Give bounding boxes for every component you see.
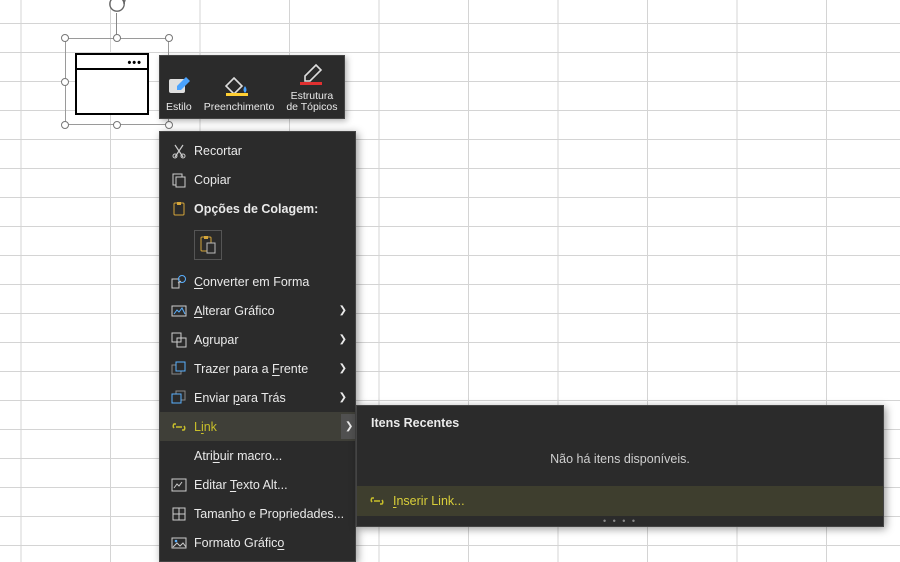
send-back-icon <box>168 390 190 406</box>
resize-handle[interactable] <box>113 34 121 42</box>
rotate-handle[interactable] <box>108 0 126 13</box>
menu-change-graphic[interactable]: Alterar Gráfico ❯ <box>160 296 355 325</box>
resize-handle[interactable] <box>165 121 173 129</box>
menu-convert-to-shape[interactable]: Converter em Forma <box>160 267 355 296</box>
size-props-icon <box>168 506 190 522</box>
menu-label: Link <box>190 420 341 434</box>
resize-handle[interactable] <box>61 34 69 42</box>
style-label: Estilo <box>166 102 192 114</box>
group-icon <box>168 332 190 348</box>
mini-toolbar: Estilo Preenchimento Estrutura de Tópico… <box>159 55 345 119</box>
menu-cut[interactable]: Recortar <box>160 136 355 165</box>
menu-label: Editar Texto Alt... <box>190 478 347 492</box>
clipboard-icon <box>168 201 190 217</box>
alt-text-icon <box>168 477 190 493</box>
paste-options-row <box>160 223 355 267</box>
change-graphic-icon <box>168 303 190 319</box>
menu-link[interactable]: Link ❯ <box>160 412 355 441</box>
style-icon <box>167 73 191 99</box>
submenu-label: Inserir Link... <box>393 494 465 508</box>
menu-label: Recortar <box>190 144 347 158</box>
chevron-right-icon: ❯ <box>333 334 347 345</box>
menu-send-back[interactable]: Enviar para Trás ❯ <box>160 383 355 412</box>
menu-label: Tamanho e Propriedades... <box>190 507 347 521</box>
menu-label: Alterar Gráfico <box>190 304 333 318</box>
menu-label: Agrupar <box>190 333 333 347</box>
chevron-right-icon: ❯ <box>333 305 347 316</box>
menu-paste-options-header: Opções de Colagem: <box>160 194 355 223</box>
link-icon <box>168 419 190 435</box>
outline-label: Estrutura de Tópicos <box>286 91 337 114</box>
outline-button[interactable]: Estrutura de Tópicos <box>280 56 343 118</box>
resize-handle[interactable] <box>61 121 69 129</box>
menu-label: Trazer para a Frente <box>190 362 333 376</box>
submenu-insert-link[interactable]: Inserir Link... <box>357 486 883 516</box>
chevron-right-icon: ❯ <box>333 392 347 403</box>
menu-label: Enviar para Trás <box>190 391 333 405</box>
cut-icon <box>168 143 190 159</box>
paste-option[interactable] <box>194 230 222 260</box>
bring-front-icon <box>168 361 190 377</box>
resize-handle[interactable] <box>165 34 173 42</box>
menu-label: Converter em Forma <box>190 275 347 289</box>
outline-icon <box>298 62 326 88</box>
fill-icon <box>225 73 253 99</box>
submenu-empty-text: Não há itens disponíveis. <box>357 436 883 486</box>
submenu-header: Itens Recentes <box>357 406 883 436</box>
selection-box[interactable] <box>65 38 169 125</box>
menu-assign-macro[interactable]: Atribuir macro... <box>160 441 355 470</box>
fill-button[interactable]: Preenchimento <box>198 56 281 118</box>
copy-icon <box>168 172 190 188</box>
menu-size-properties[interactable]: Tamanho e Propriedades... <box>160 499 355 528</box>
menu-copy[interactable]: Copiar <box>160 165 355 194</box>
link-icon <box>369 493 385 509</box>
submenu-resize-grip[interactable]: • • • • <box>357 516 883 526</box>
selection-border <box>65 38 169 125</box>
chevron-right-icon: ❯ <box>333 363 347 374</box>
convert-shape-icon <box>168 274 190 290</box>
menu-bring-front[interactable]: Trazer para a Frente ❯ <box>160 354 355 383</box>
menu-label: Formato Gráfico <box>190 536 347 550</box>
menu-label: Atribuir macro... <box>190 449 347 463</box>
chevron-right-icon: ❯ <box>341 414 355 439</box>
menu-format-graphic[interactable]: Formato Gráfico <box>160 528 355 557</box>
resize-handle[interactable] <box>113 121 121 129</box>
fill-label: Preenchimento <box>204 102 275 114</box>
menu-label: Copiar <box>190 173 347 187</box>
menu-label: Opções de Colagem: <box>190 202 347 216</box>
format-graphic-icon <box>168 535 190 551</box>
menu-edit-alt-text[interactable]: Editar Texto Alt... <box>160 470 355 499</box>
menu-group[interactable]: Agrupar ❯ <box>160 325 355 354</box>
link-submenu: Itens Recentes Não há itens disponíveis.… <box>356 405 884 527</box>
resize-handle[interactable] <box>61 78 69 86</box>
style-button[interactable]: Estilo <box>160 56 198 118</box>
context-menu: Recortar Copiar Opções de Colagem: Conve… <box>159 131 356 562</box>
